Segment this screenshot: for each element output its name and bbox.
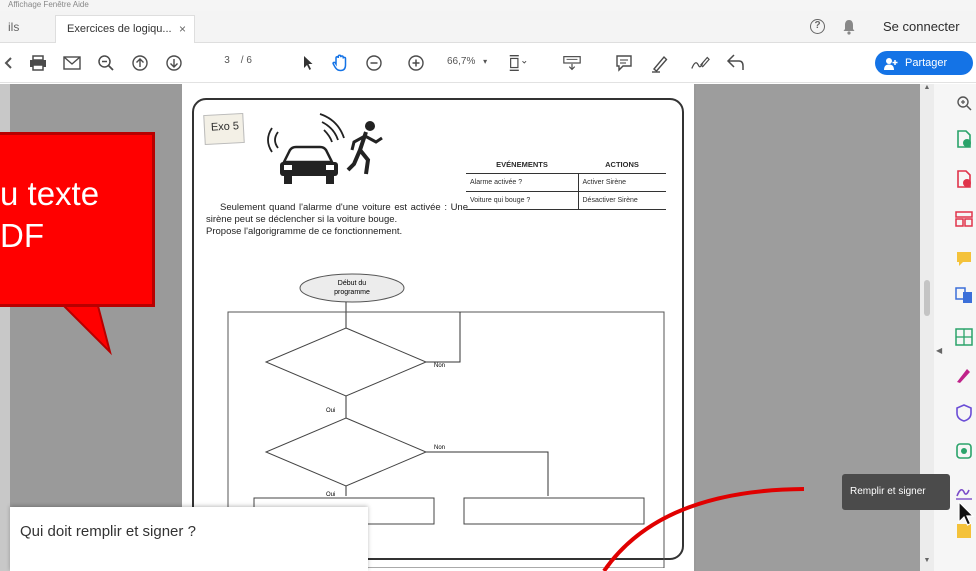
export-pdf-icon[interactable]	[955, 170, 973, 188]
tab-document[interactable]: Exercices de logiqu... ×	[55, 15, 195, 43]
signature-icon[interactable]	[690, 53, 710, 73]
highlight-pen-icon[interactable]	[650, 53, 670, 73]
column-header: EVÉNEMENTS	[466, 156, 578, 174]
dialog-title: Qui doit remplir et signer ?	[20, 523, 196, 540]
zoom-out-icon[interactable]	[364, 53, 384, 73]
flowchart-start-label: programme	[334, 289, 370, 296]
scrollbar-thumb[interactable]	[924, 280, 930, 316]
menu-strip[interactable]: Affichage Fenêtre Aide	[0, 0, 976, 11]
annotation-callout: u texte DF	[0, 132, 155, 307]
document-page[interactable]: Exo 5 Seulement quand l'alarme d'une voi…	[182, 84, 694, 571]
scroll-mode-icon[interactable]	[562, 53, 582, 73]
flowchart-start	[299, 273, 405, 303]
exercise-label: Exo 5	[203, 112, 245, 146]
create-pdf-icon[interactable]	[955, 130, 973, 148]
share-button[interactable]: Partager	[875, 51, 973, 75]
events-actions-table: EVÉNEMENTS ACTIONS Alarme activée ? Acti…	[466, 156, 666, 210]
table-header-row: EVÉNEMENTS ACTIONS	[466, 156, 666, 174]
zoom-level-value: 66,7%	[447, 56, 476, 67]
print-icon[interactable]	[28, 53, 48, 73]
help-icon[interactable]: ?	[810, 19, 825, 34]
combine-files-icon[interactable]	[955, 286, 973, 304]
mouse-cursor-icon	[958, 500, 975, 526]
add-user-icon	[884, 56, 898, 70]
callout-line: u texte	[0, 175, 100, 212]
fill-sign-icon[interactable]	[955, 482, 973, 500]
page-current-input[interactable]: 3	[216, 55, 238, 66]
scan-ocr-icon[interactable]	[955, 442, 973, 460]
fill-sign-dialog[interactable]: Qui doit remplir et signer ?	[10, 507, 368, 571]
edit-pdf-icon[interactable]	[955, 328, 973, 346]
back-icon[interactable]	[0, 53, 18, 73]
notification-bell-icon[interactable]	[842, 19, 856, 35]
flowchart-decision	[264, 417, 428, 487]
problem-text-2: Propose l'algorigramme de ce fonctionnem…	[206, 226, 403, 237]
scroll-down-icon[interactable]: ▼	[920, 557, 934, 569]
table-cell: Alarme activée ?	[466, 173, 579, 192]
callout-line: DF	[0, 217, 44, 254]
comment-tool-icon[interactable]	[955, 250, 973, 268]
car-alarm-illustration	[267, 113, 383, 184]
fill-sign-tooltip: Remplir et signer	[842, 474, 950, 510]
flowchart-no-label: Non	[434, 363, 445, 369]
chevron-down-icon: ▾	[483, 57, 488, 66]
tab-tools[interactable]: ils	[8, 11, 19, 43]
tab-document-title: Exercices de logiqu...	[67, 23, 172, 35]
protect-shield-icon[interactable]	[955, 404, 973, 422]
organize-pages-icon[interactable]	[955, 210, 973, 228]
collapse-panel-icon[interactable]: ◀	[936, 346, 942, 355]
tab-bar: ils Exercices de logiqu... × ? Se connec…	[0, 11, 976, 43]
page-total: / 6	[240, 55, 252, 66]
callout-text: u texte DF	[0, 173, 150, 257]
tab-close-icon[interactable]: ×	[179, 16, 186, 43]
page-indicator[interactable]: 3 / 6	[216, 55, 252, 66]
toolbar: 3 / 6 66,7% ▾ Partager	[0, 43, 976, 83]
zoom-level-select[interactable]: 66,7% ▾	[447, 56, 487, 67]
scroll-up-icon[interactable]: ▲	[920, 84, 934, 96]
flowchart-start-label: Début du	[338, 280, 367, 287]
problem-text-1: Seulement quand l'alarme d'une voiture e…	[206, 202, 468, 225]
share-file-icon[interactable]	[725, 53, 745, 73]
flowchart-decision	[264, 327, 428, 397]
share-button-label: Partager	[905, 57, 948, 69]
flowchart-action-box	[463, 497, 645, 525]
flowchart-no-label: Non	[434, 445, 445, 451]
table-cell: Activer Sirène	[578, 173, 666, 192]
table-cell: Désactiver Sirène	[578, 191, 666, 210]
hand-tool-icon[interactable]	[330, 53, 350, 73]
table-row: Alarme activée ? Activer Sirène	[466, 173, 666, 192]
flowchart-yes-label: Oui	[326, 492, 335, 498]
sign-in-link[interactable]: Se connecter	[883, 11, 960, 43]
problem-statement: Seulement quand l'alarme d'une voiture e…	[206, 202, 468, 238]
flowchart-yes-label: Oui	[326, 408, 335, 414]
table-row: Voiture qui bouge ? Désactiver Sirène	[466, 191, 666, 210]
email-icon[interactable]	[62, 53, 82, 73]
previous-page-icon[interactable]	[130, 53, 150, 73]
table-cell: Voiture qui bouge ?	[466, 191, 579, 210]
page-fit-icon[interactable]	[507, 53, 527, 73]
zoom-search-icon[interactable]	[955, 94, 973, 112]
zoom-out-search-icon[interactable]	[96, 53, 116, 73]
select-cursor-icon[interactable]	[298, 53, 318, 73]
column-header: ACTIONS	[578, 156, 666, 174]
next-page-icon[interactable]	[164, 53, 184, 73]
comment-icon[interactable]	[614, 53, 634, 73]
zoom-in-icon[interactable]	[406, 53, 426, 73]
sign-pen-icon[interactable]	[955, 366, 973, 384]
